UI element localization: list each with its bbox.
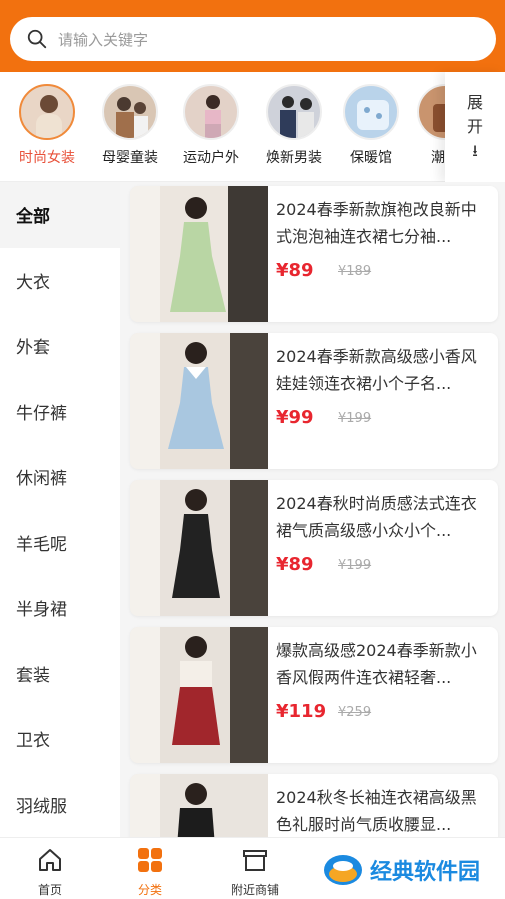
sidebar-item-coat[interactable]: 大衣 bbox=[0, 248, 120, 314]
product-card[interactable]: 2024秋冬长袖连衣裙高级黑色礼服时尚气质收腰显... bbox=[130, 774, 498, 837]
category-women[interactable]: 时尚女装 bbox=[12, 84, 82, 167]
tab-label: 首页 bbox=[37, 883, 62, 897]
category-label: 母婴童装 bbox=[102, 150, 158, 166]
product-card[interactable]: 爆款高级感2024春季新款小香风假两件连衣裙轻奢... ¥119 ¥259 bbox=[130, 627, 498, 763]
search-placeholder: 请输入关键字 bbox=[58, 30, 149, 49]
product-price: ¥89 bbox=[276, 260, 314, 281]
tab-category[interactable]: 分类 bbox=[130, 846, 170, 898]
product-original-price: ¥259 bbox=[338, 705, 372, 720]
product-image bbox=[130, 627, 268, 763]
sidebar-item-casual-pants[interactable]: 休闲裤 bbox=[0, 444, 120, 510]
category-label: 时尚女装 bbox=[19, 150, 75, 166]
product-title: 2024春秋时尚质感法式连衣裙气质高级感小众小个... bbox=[276, 494, 477, 540]
product-card[interactable]: 2024春季新款高级感小香风娃娃领连衣裙小个子名... ¥99 ¥199 bbox=[130, 333, 498, 469]
category-label: 保暖馆 bbox=[350, 150, 392, 166]
category-avatar bbox=[19, 84, 75, 140]
category-label: 焕新男装 bbox=[266, 150, 322, 166]
search-icon bbox=[27, 29, 47, 49]
product-image bbox=[130, 186, 268, 322]
arrow-down-icon: ⭳ bbox=[472, 141, 478, 160]
category-avatar bbox=[343, 84, 399, 140]
product-image bbox=[130, 480, 268, 616]
watermark-text: 经典软件园 bbox=[370, 860, 481, 885]
product-title: 2024春季新款旗袍改良新中式泡泡袖连衣裙七分袖... bbox=[276, 200, 477, 246]
category-sports[interactable]: 运动户外 bbox=[176, 84, 246, 167]
tab-label: 附近商铺 bbox=[230, 883, 279, 897]
sidebar-item-hoodie[interactable]: 卫衣 bbox=[0, 706, 120, 772]
tab-nearby-shops[interactable]: 附近商铺 bbox=[222, 846, 288, 898]
product-card[interactable]: 2024春秋时尚质感法式连衣裙气质高级感小众小个... ¥89 ¥199 bbox=[130, 480, 498, 616]
product-original-price: ¥199 bbox=[338, 411, 372, 426]
sidebar-item-jeans[interactable]: 牛仔裤 bbox=[0, 379, 120, 445]
sidebar-item-all[interactable]: 全部 bbox=[0, 182, 120, 248]
category-men[interactable]: 焕新男装 bbox=[259, 84, 329, 167]
product-original-price: ¥189 bbox=[338, 264, 372, 279]
category-label: 运动户外 bbox=[183, 150, 239, 166]
product-price: ¥89 bbox=[276, 554, 314, 575]
product-image bbox=[130, 333, 268, 469]
category-grid-icon bbox=[138, 848, 162, 872]
product-price: ¥119 bbox=[276, 701, 327, 722]
product-image bbox=[130, 774, 268, 837]
top-bar: 请输入关键字 bbox=[0, 0, 505, 72]
expand-categories-button[interactable]: 展 开 ⭳ bbox=[445, 72, 505, 182]
store-icon bbox=[243, 850, 267, 871]
category-avatar bbox=[102, 84, 158, 140]
category-avatar bbox=[183, 84, 239, 140]
product-title: 2024秋冬长袖连衣裙高级黑色礼服时尚气质收腰显... bbox=[276, 788, 477, 834]
sidebar-item-suit[interactable]: 套装 bbox=[0, 641, 120, 707]
tab-label: 分类 bbox=[137, 883, 162, 897]
product-price: ¥99 bbox=[276, 407, 314, 428]
expand-label-2: 开 bbox=[466, 117, 483, 136]
category-warm[interactable]: 保暖馆 bbox=[336, 84, 406, 167]
product-title: 爆款高级感2024春季新款小香风假两件连衣裙轻奢... bbox=[276, 641, 477, 687]
watermark-logo-icon bbox=[324, 855, 362, 885]
category-strip: 时尚女装 母婴童装 运动户外 焕新男装 保暖馆 潮搭 bbox=[0, 72, 505, 182]
sidebar: 全部 大衣 外套 牛仔裤 休闲裤 羊毛呢 半身裙 套装 卫衣 羽绒服 bbox=[0, 182, 120, 837]
category-avatar bbox=[266, 84, 322, 140]
category-kids[interactable]: 母婴童装 bbox=[95, 84, 165, 167]
expand-label-1: 展 bbox=[466, 93, 483, 112]
home-icon bbox=[39, 849, 61, 871]
product-original-price: ¥199 bbox=[338, 558, 372, 573]
sidebar-item-skirt[interactable]: 半身裙 bbox=[0, 575, 120, 641]
tab-home[interactable]: 首页 bbox=[30, 846, 70, 898]
watermark: 经典软件园 bbox=[322, 850, 480, 890]
search-input[interactable]: 请输入关键字 bbox=[10, 17, 496, 61]
product-list: 2024春季新款旗袍改良新中式泡泡袖连衣裙七分袖... ¥89 ¥189 202… bbox=[120, 182, 505, 837]
product-title: 2024春季新款高级感小香风娃娃领连衣裙小个子名... bbox=[276, 347, 477, 393]
sidebar-item-wool[interactable]: 羊毛呢 bbox=[0, 510, 120, 576]
product-card[interactable]: 2024春季新款旗袍改良新中式泡泡袖连衣裙七分袖... ¥89 ¥189 bbox=[130, 186, 498, 322]
sidebar-item-jacket[interactable]: 外套 bbox=[0, 313, 120, 379]
sidebar-item-down[interactable]: 羽绒服 bbox=[0, 772, 120, 838]
